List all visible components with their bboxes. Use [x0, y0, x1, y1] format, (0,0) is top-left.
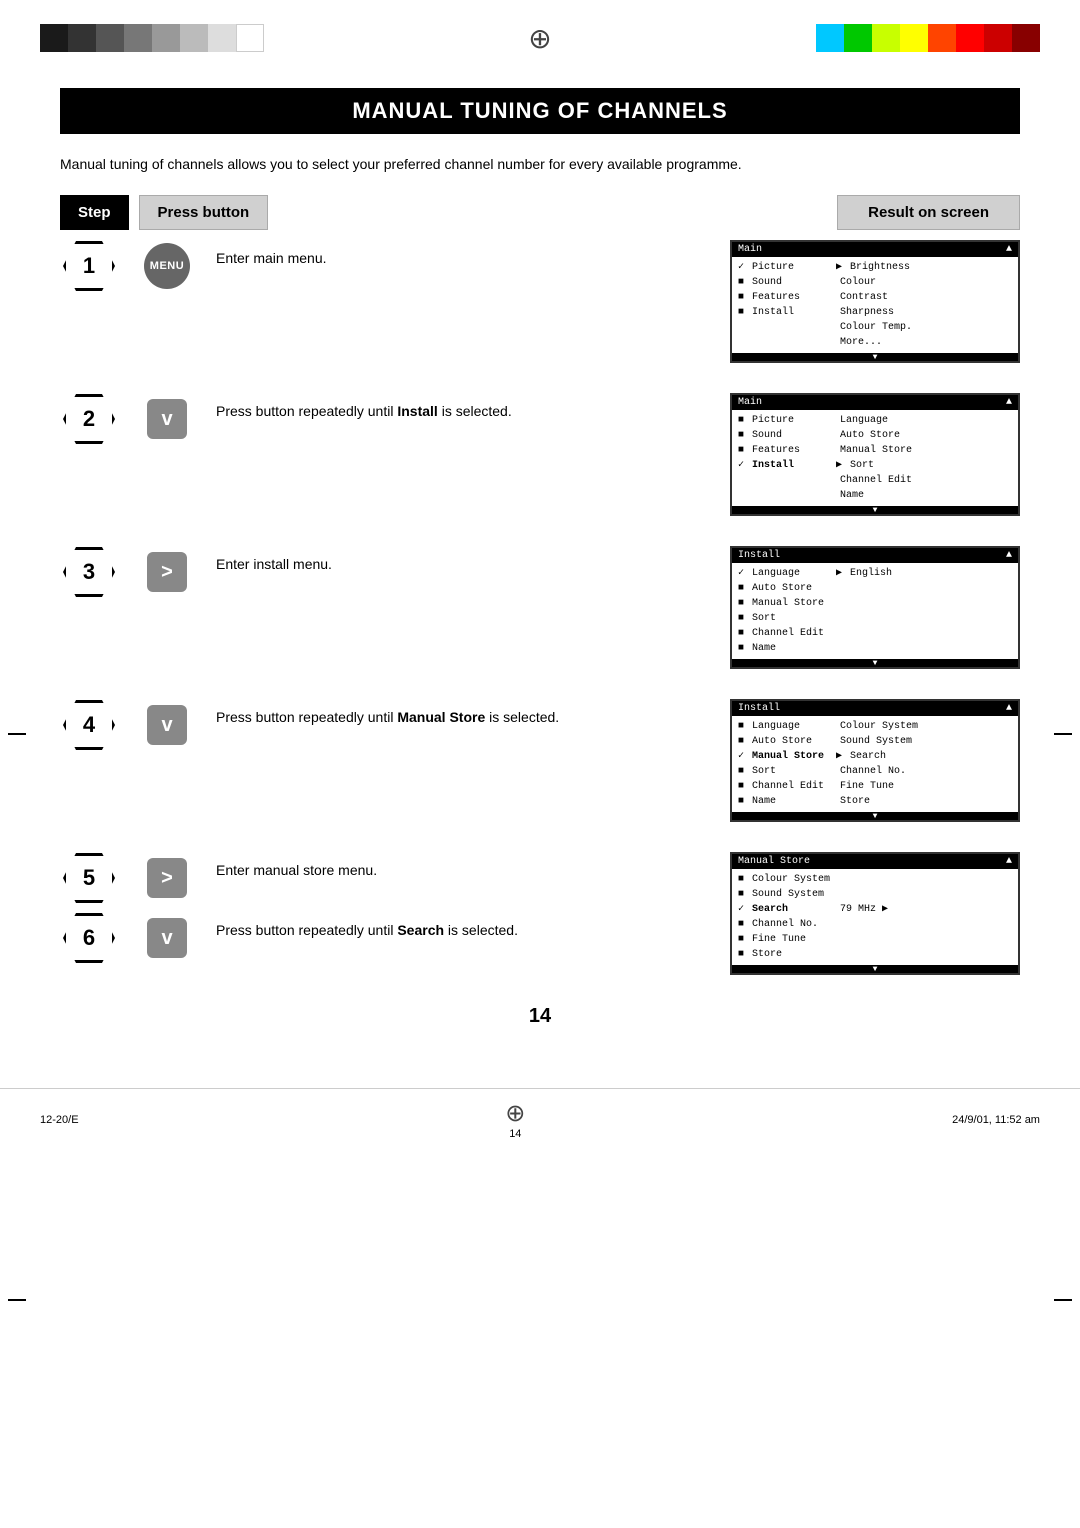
color-bar-gray2	[124, 24, 152, 52]
step-3-text: Enter install menu.	[206, 546, 720, 583]
step-5-text: Enter manual store menu.	[206, 852, 720, 889]
screen-preview-1: Main ▲ ✓ Picture ▶ Brightness ■ Sound Co…	[730, 240, 1020, 363]
menu-button-icon: MENU	[138, 240, 196, 292]
bottom-left-text: 12-20/E	[40, 1114, 79, 1126]
step-row-3: 3 > Enter install menu. Install ▲ ✓ Lang…	[60, 546, 1020, 669]
color-bar-red	[956, 24, 984, 52]
bottom-right-text: 24/9/01, 11:52 am	[952, 1114, 1040, 1126]
color-bar-gray3	[152, 24, 180, 52]
intro-paragraph: Manual tuning of channels allows you to …	[60, 154, 1020, 175]
step-number-5: 5	[60, 852, 118, 904]
bottom-center: ⊕ 14	[505, 1099, 525, 1140]
step-row-2: 2 v Press button repeatedly until Instal…	[60, 393, 1020, 516]
color-bar-darkest-red	[1012, 24, 1040, 52]
crosshair-bottom: ⊕	[505, 1099, 525, 1128]
color-bars-left	[40, 24, 264, 52]
step-number-4: 4	[60, 699, 118, 751]
side-reg-left2	[8, 1299, 26, 1301]
step-4-text: Press button repeatedly until Manual Sto…	[206, 699, 720, 736]
color-bar-dark-red	[984, 24, 1012, 52]
color-bar-yellow-green	[872, 24, 900, 52]
page-number: 14	[60, 1005, 1020, 1028]
screen-preview-2: Main ▲ ■ Picture Language ■ Sound Auto S…	[730, 393, 1020, 516]
step-2-text: Press button repeatedly until Install is…	[206, 393, 720, 430]
down-button-icon-6: v	[138, 912, 196, 964]
page-title: Manual Tuning of Channels	[60, 88, 1020, 134]
color-bar-yellow	[900, 24, 928, 52]
step-number-2: 2	[60, 393, 118, 445]
down-button-icon-2: v	[138, 393, 196, 445]
color-bar-orange	[928, 24, 956, 52]
color-bar-gray5	[208, 24, 236, 52]
title-text: Manual Tuning of Channels	[352, 98, 727, 123]
step-number-6: 6	[60, 912, 118, 964]
color-bar-white	[236, 24, 264, 52]
side-reg-left	[8, 733, 26, 735]
right-button-icon-3: >	[138, 546, 196, 598]
bottom-center-text: 14	[509, 1128, 521, 1140]
right-button-icon-5: >	[138, 852, 196, 904]
side-reg-right	[1054, 733, 1072, 735]
step-sub-6: 6 v Press button repeatedly until Search…	[60, 912, 720, 964]
bottom-bar: 12-20/E ⊕ 14 24/9/01, 11:52 am	[0, 1088, 1080, 1150]
color-bar-gray1	[96, 24, 124, 52]
step-row-5-6: 5 > Enter manual store menu. 6 v	[60, 852, 1020, 975]
step-row-4: 4 v Press button repeatedly until Manual…	[60, 699, 1020, 822]
color-bar-cyan	[816, 24, 844, 52]
press-column-header: Press button	[139, 195, 269, 230]
crosshair-top: ⊕	[520, 18, 560, 58]
step-number-3: 3	[60, 546, 118, 598]
result-column-header: Result on screen	[837, 195, 1020, 230]
step-6-text: Press button repeatedly until Search is …	[206, 912, 720, 949]
step-number-1: 1	[60, 240, 118, 292]
color-bar-black	[40, 24, 68, 52]
top-bar: ⊕	[0, 0, 1080, 68]
screen-preview-5-6: Manual Store ▲ ■ Colour System ■ Sound S…	[730, 852, 1020, 975]
step-sub-5: 5 > Enter manual store menu.	[60, 852, 720, 904]
screen-preview-4: Install ▲ ■ Language Colour System ■ Aut…	[730, 699, 1020, 822]
step-1-text: Enter main menu.	[206, 240, 720, 277]
color-bar-gray4	[180, 24, 208, 52]
side-reg-right2	[1054, 1299, 1072, 1301]
header-row: Step Press button Result on screen	[60, 195, 1020, 230]
color-bars-right	[816, 24, 1040, 52]
down-button-icon-4: v	[138, 699, 196, 751]
main-content: Manual Tuning of Channels Manual tuning …	[0, 68, 1080, 1088]
screen-preview-3: Install ▲ ✓ Language ▶ English ■ Auto St…	[730, 546, 1020, 669]
steps-5-6-column: 5 > Enter manual store menu. 6 v	[60, 852, 720, 964]
color-bar-green	[844, 24, 872, 52]
step-row-1: 1 MENU Enter main menu. Main ▲ ✓ Picture…	[60, 240, 1020, 363]
step-column-header: Step	[60, 195, 129, 230]
color-bar-darkgray	[68, 24, 96, 52]
